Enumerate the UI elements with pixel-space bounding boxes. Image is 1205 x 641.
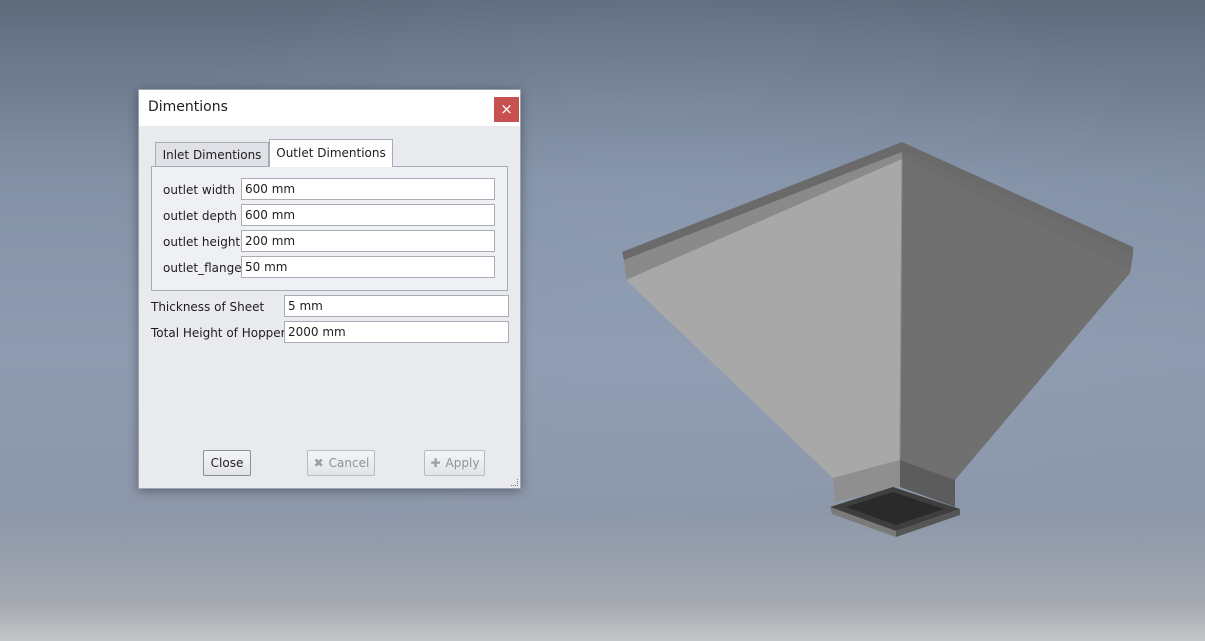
outlet-depth-input[interactable]: 600 mm: [241, 204, 495, 226]
outlet-height-label: outlet height: [163, 235, 241, 249]
dimentions-dialog: Dimentions × Inlet Dimentions Outlet Dim…: [138, 89, 521, 489]
outlet-flange-label: outlet_flange: [163, 261, 242, 275]
apply-button-label: Apply: [445, 456, 480, 470]
dialog-title: Dimentions: [148, 99, 228, 115]
cancel-icon: ✖: [313, 456, 324, 470]
resize-grip-icon[interactable]: [511, 479, 518, 486]
close-button[interactable]: Close: [203, 450, 251, 476]
dialog-titlebar[interactable]: Dimentions ×: [139, 90, 520, 126]
outlet-depth-label: outlet depth: [163, 209, 237, 223]
outlet-width-input[interactable]: 600 mm: [241, 178, 495, 200]
outlet-width-label: outlet width: [163, 183, 235, 197]
total-height-label: Total Height of Hopper: [151, 326, 286, 340]
thickness-of-sheet-label: Thickness of Sheet: [151, 300, 265, 314]
apply-button[interactable]: ✚ Apply: [424, 450, 485, 476]
outlet-height-input[interactable]: 200 mm: [241, 230, 495, 252]
outlet-tab-panel: outlet width 600 mm outlet depth 600 mm …: [151, 166, 508, 291]
total-height-input[interactable]: 2000 mm: [284, 321, 509, 343]
cancel-button-label: Cancel: [328, 456, 370, 470]
hopper-model[interactable]: [610, 135, 1145, 545]
cancel-button[interactable]: ✖ Cancel: [307, 450, 375, 476]
close-icon[interactable]: ×: [494, 97, 519, 122]
close-button-label: Close: [210, 456, 244, 470]
tab-outlet-dimentions[interactable]: Outlet Dimentions: [269, 139, 393, 167]
outlet-flange-input[interactable]: 50 mm: [241, 256, 495, 278]
apply-icon: ✚: [430, 456, 441, 470]
thickness-of-sheet-input[interactable]: 5 mm: [284, 295, 509, 317]
tab-inlet-dimentions[interactable]: Inlet Dimentions: [155, 142, 269, 167]
